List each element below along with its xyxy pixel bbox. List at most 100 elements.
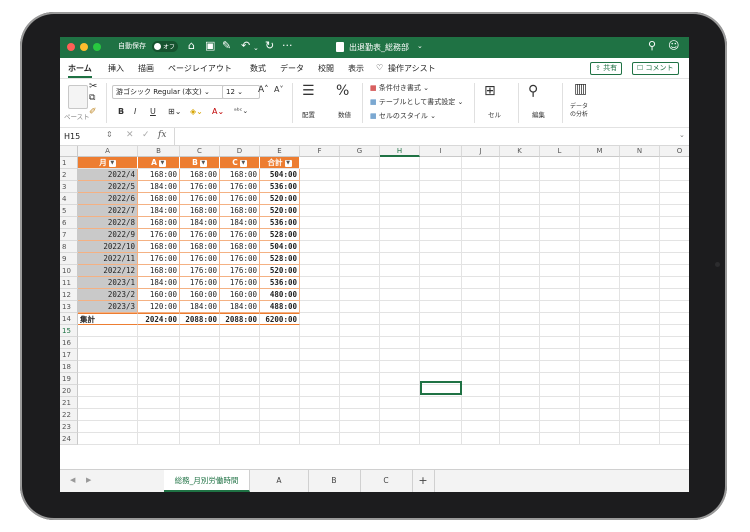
grid-cell[interactable] <box>620 349 660 361</box>
grid-cell[interactable] <box>660 433 689 445</box>
grid-cell[interactable] <box>500 361 540 373</box>
grid-cell[interactable] <box>580 433 620 445</box>
decrease-font-icon[interactable]: A˅ <box>274 85 283 94</box>
grid-cell[interactable] <box>620 385 660 397</box>
tab-draw[interactable]: 描画 <box>138 63 154 74</box>
table-cell[interactable]: 520:00 <box>260 205 300 217</box>
grid-cell[interactable] <box>500 349 540 361</box>
table-cell[interactable]: 176:00 <box>220 265 260 277</box>
grid-cell[interactable] <box>420 169 462 181</box>
grid-cell[interactable] <box>380 277 420 289</box>
table-cell[interactable]: 160:00 <box>220 289 260 301</box>
tab-data[interactable]: データ <box>280 63 304 74</box>
column-header-o[interactable]: O <box>660 146 689 157</box>
table-format-button[interactable]: ▦ テーブルとして書式設定 ⌄ <box>370 97 463 107</box>
grid-cell[interactable] <box>462 157 500 169</box>
grid-cell[interactable] <box>220 337 260 349</box>
format-painter-icon[interactable]: ✐ <box>89 107 97 117</box>
grid-cell[interactable] <box>380 289 420 301</box>
grid-cell[interactable] <box>620 181 660 193</box>
grid-cell[interactable] <box>260 337 300 349</box>
grid-cell[interactable] <box>380 337 420 349</box>
grid-cell[interactable] <box>420 241 462 253</box>
grid-cell[interactable] <box>462 301 500 313</box>
table-cell[interactable]: 2022/6 <box>78 193 138 205</box>
grid-cell[interactable] <box>620 433 660 445</box>
table-cell[interactable]: 2023/2 <box>78 289 138 301</box>
column-header-l[interactable]: L <box>540 146 580 157</box>
grid-cell[interactable] <box>660 181 689 193</box>
grid-cell[interactable] <box>420 433 462 445</box>
redo-icon[interactable]: ↻ <box>265 39 274 53</box>
row-header-1[interactable]: 1 <box>60 157 78 169</box>
bold-button[interactable]: B <box>118 107 124 116</box>
grid-cell[interactable] <box>540 421 580 433</box>
grid-cell[interactable] <box>420 313 462 325</box>
grid-cell[interactable] <box>340 157 380 169</box>
table-cell[interactable]: 184:00 <box>138 205 180 217</box>
grid-cell[interactable] <box>620 205 660 217</box>
sheet-tab-1[interactable]: 総務_月別労働時間 <box>164 470 250 492</box>
table-header-cell[interactable]: 月 ▼ <box>78 157 138 169</box>
number-label[interactable]: 数値 <box>338 109 351 119</box>
grid-cell[interactable] <box>660 193 689 205</box>
grid-cell[interactable] <box>340 421 380 433</box>
cut-icon[interactable]: ✂ <box>89 81 97 92</box>
grid-cell[interactable] <box>620 409 660 421</box>
grid-cell[interactable] <box>420 409 462 421</box>
grid-cell[interactable] <box>340 325 380 337</box>
grid-cell[interactable] <box>380 265 420 277</box>
grid-cell[interactable] <box>660 157 689 169</box>
grid-cell[interactable] <box>540 157 580 169</box>
table-cell[interactable]: 2022/10 <box>78 241 138 253</box>
grid-cell[interactable] <box>580 193 620 205</box>
sheet-tab-4[interactable]: C <box>360 470 413 492</box>
grid-cell[interactable] <box>340 181 380 193</box>
grid-cell[interactable] <box>620 361 660 373</box>
undo-dropdown-icon[interactable]: ⌄ <box>253 41 259 55</box>
grid-cell[interactable] <box>660 349 689 361</box>
grid-cell[interactable] <box>540 433 580 445</box>
column-header-g[interactable]: G <box>340 146 380 157</box>
table-cell[interactable]: 184:00 <box>220 301 260 313</box>
grid-cell[interactable] <box>580 373 620 385</box>
grid-cell[interactable] <box>580 181 620 193</box>
italic-button[interactable]: I <box>134 107 136 116</box>
table-cell[interactable]: 120:00 <box>138 301 180 313</box>
grid-cell[interactable] <box>580 385 620 397</box>
grid-cell[interactable] <box>580 241 620 253</box>
prev-sheet-icon[interactable]: ◀ <box>70 476 75 484</box>
grid-cell[interactable] <box>462 169 500 181</box>
row-header-14[interactable]: 14 <box>60 313 78 325</box>
grid-cell[interactable] <box>78 349 138 361</box>
filter-dropdown-icon[interactable]: ▼ <box>239 159 247 167</box>
percent-icon[interactable]: % <box>336 83 349 99</box>
grid-cell[interactable] <box>660 337 689 349</box>
undo-icon[interactable]: ↶ <box>241 39 250 53</box>
column-header-i[interactable]: I <box>420 146 462 157</box>
column-header-b[interactable]: B <box>138 146 180 157</box>
grid-cell[interactable] <box>420 397 462 409</box>
grid-cell[interactable] <box>500 217 540 229</box>
grid-cell[interactable] <box>340 433 380 445</box>
column-header-m[interactable]: M <box>580 146 620 157</box>
row-header-10[interactable]: 10 <box>60 265 78 277</box>
table-cell[interactable]: 184:00 <box>138 277 180 289</box>
grid-cell[interactable] <box>380 193 420 205</box>
grid-cell[interactable] <box>78 325 138 337</box>
grid-cell[interactable] <box>620 313 660 325</box>
grid-cell[interactable] <box>78 385 138 397</box>
grid-cell[interactable] <box>340 265 380 277</box>
column-header-f[interactable]: F <box>300 146 340 157</box>
row-header-23[interactable]: 23 <box>60 421 78 433</box>
table-cell[interactable]: 520:00 <box>260 193 300 205</box>
grid-cell[interactable] <box>340 337 380 349</box>
grid-cell[interactable] <box>260 385 300 397</box>
add-sheet-button[interactable]: + <box>412 470 435 492</box>
grid-cell[interactable] <box>420 301 462 313</box>
grid-cell[interactable] <box>380 361 420 373</box>
grid-cell[interactable] <box>620 229 660 241</box>
grid-cell[interactable] <box>660 265 689 277</box>
grid-cell[interactable] <box>380 433 420 445</box>
table-cell[interactable]: 536:00 <box>260 217 300 229</box>
